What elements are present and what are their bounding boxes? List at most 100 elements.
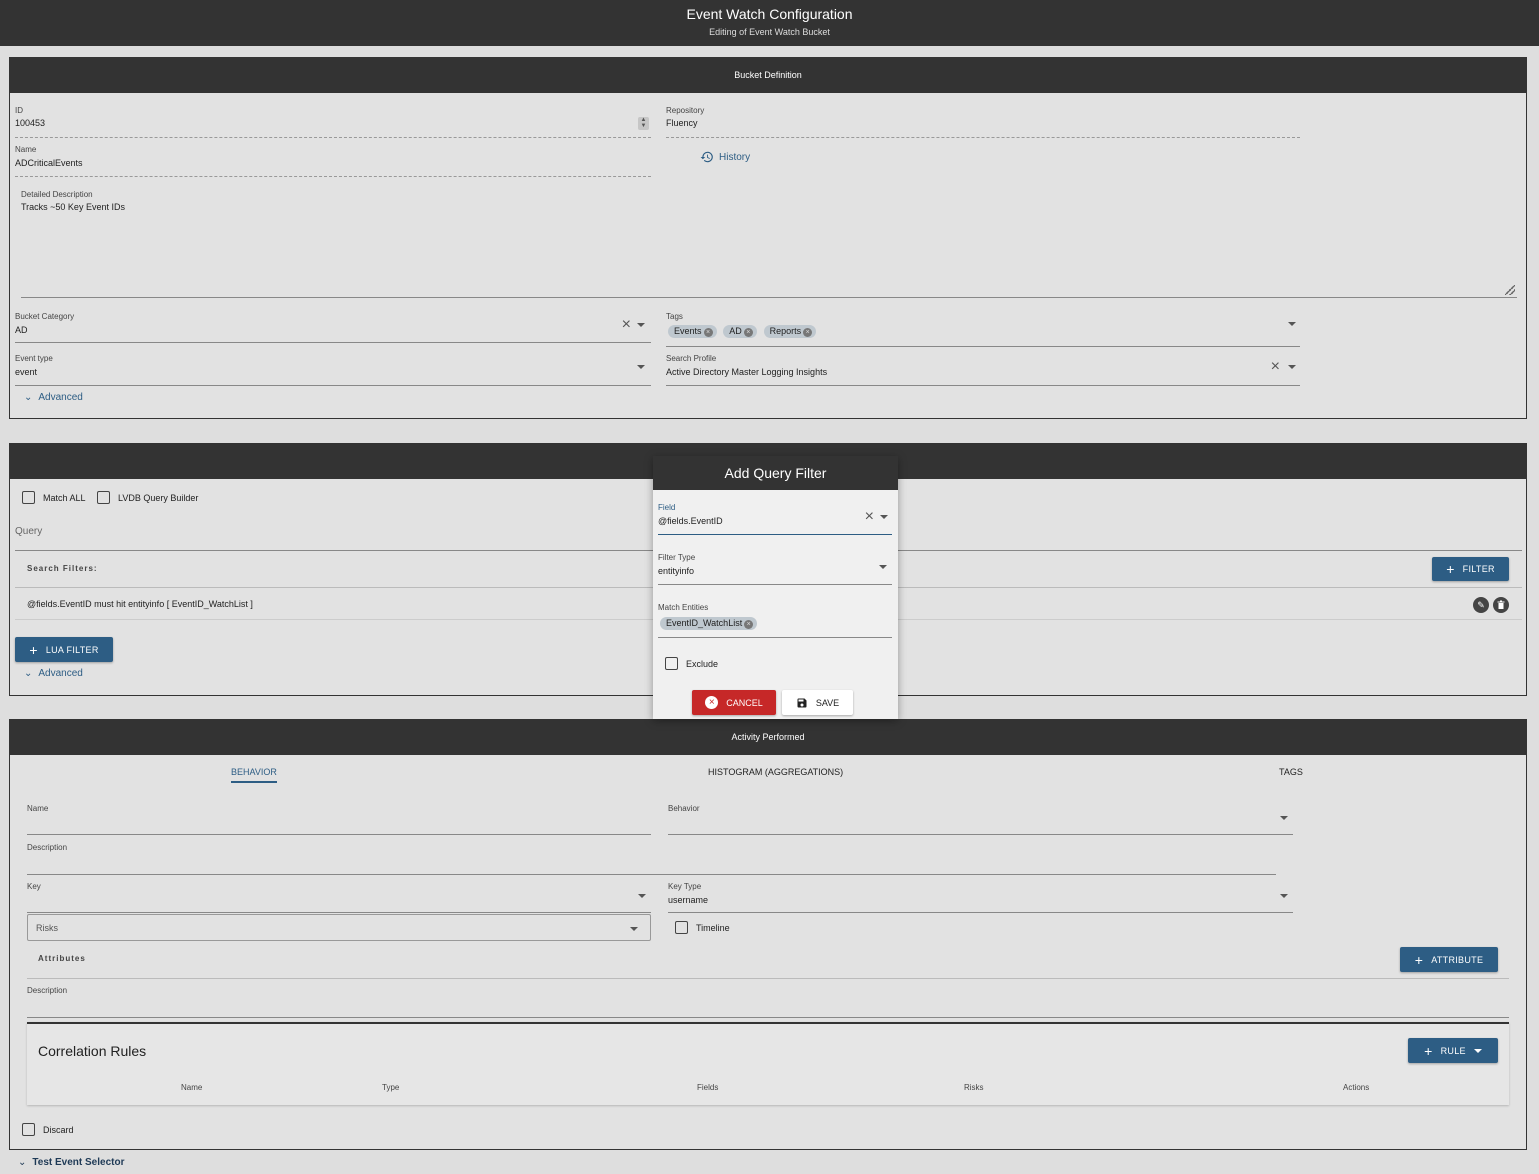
timeline-checkbox[interactable]: Timeline bbox=[675, 921, 730, 934]
add-rule-button[interactable]: + RULE bbox=[1408, 1038, 1498, 1063]
event-type-select[interactable]: event bbox=[15, 364, 651, 386]
chevron-down-icon[interactable] bbox=[630, 927, 638, 931]
filter-type-select[interactable]: entityinfo bbox=[658, 563, 892, 585]
lvdb-query-builder-checkbox[interactable]: LVDB Query Builder bbox=[97, 491, 198, 504]
exclude-label: Exclude bbox=[686, 658, 719, 669]
attr-description-label: Description bbox=[27, 986, 68, 995]
clear-icon[interactable]: × bbox=[1271, 358, 1280, 376]
name-value: ADCriticalEvents bbox=[15, 158, 83, 168]
checkbox-box[interactable] bbox=[97, 491, 110, 504]
field-label: Field bbox=[658, 503, 676, 512]
stepper-icon[interactable]: ▲ ▼ bbox=[638, 117, 649, 130]
search-profile-select[interactable]: Active Directory Master Logging Insights… bbox=[666, 358, 1300, 386]
behavior-select[interactable] bbox=[668, 814, 1293, 835]
lua-filter-button[interactable]: + LUA FILTER bbox=[15, 637, 113, 662]
history-icon bbox=[700, 151, 713, 163]
tab-tags[interactable]: TAGS bbox=[1279, 767, 1303, 777]
chevron-down-icon[interactable] bbox=[879, 565, 887, 569]
tags-chips: Events × AD × Reports × bbox=[668, 325, 820, 338]
entity-chip-label: EventID_WatchList bbox=[666, 618, 743, 628]
chevron-down-icon[interactable] bbox=[880, 515, 888, 519]
repository-field[interactable]: Fluency bbox=[666, 116, 1300, 138]
match-entities-select[interactable]: EventID_WatchList × bbox=[658, 613, 892, 638]
cancel-button[interactable]: × CANCEL bbox=[692, 690, 776, 715]
category-select[interactable]: AD × bbox=[15, 316, 651, 343]
tags-label: Tags bbox=[666, 312, 683, 321]
repository-label: Repository bbox=[666, 106, 705, 115]
delete-icon[interactable] bbox=[1493, 597, 1509, 613]
tag-chip[interactable]: Reports × bbox=[763, 325, 817, 338]
chip-remove-icon[interactable]: × bbox=[703, 328, 713, 337]
advanced-toggle[interactable]: ⌄ Advanced bbox=[24, 668, 83, 679]
tag-chip-label: Events bbox=[674, 326, 702, 336]
tab-behavior[interactable]: BEHAVIOR bbox=[231, 767, 277, 783]
cancel-label: CANCEL bbox=[726, 697, 763, 708]
name-label: Name bbox=[15, 145, 37, 154]
chip-remove-icon[interactable]: × bbox=[744, 620, 754, 629]
column-header-fields: Fields bbox=[697, 1083, 719, 1092]
key-select[interactable] bbox=[27, 892, 651, 913]
timeline-label: Timeline bbox=[696, 922, 730, 933]
column-header-risks: Risks bbox=[964, 1083, 984, 1092]
add-filter-button[interactable]: + FILTER bbox=[1432, 557, 1509, 581]
chip-remove-icon[interactable]: × bbox=[743, 328, 753, 337]
attributes-bar: Attributes bbox=[27, 945, 1509, 979]
behavior-name-input[interactable] bbox=[27, 814, 651, 835]
chevron-down-icon[interactable] bbox=[638, 894, 646, 898]
checkbox-box[interactable] bbox=[22, 1123, 35, 1136]
correlation-rules-card: Correlation Rules Name Type Fields Risks… bbox=[27, 1022, 1509, 1105]
advanced-toggle[interactable]: ⌄ Advanced bbox=[24, 392, 83, 403]
name-field[interactable]: ADCriticalEvents bbox=[15, 155, 651, 177]
history-button[interactable]: History bbox=[700, 150, 750, 164]
dialog-title: Add Query Filter bbox=[653, 456, 898, 490]
checkbox-box[interactable] bbox=[665, 657, 678, 670]
save-button[interactable]: SAVE bbox=[782, 690, 853, 715]
checkbox-box[interactable] bbox=[675, 921, 688, 934]
match-all-label: Match ALL bbox=[43, 492, 86, 503]
match-all-checkbox[interactable]: Match ALL bbox=[22, 491, 86, 504]
add-attribute-button[interactable]: + ATTRIBUTE bbox=[1400, 947, 1498, 972]
filter-type-label: Filter Type bbox=[658, 553, 696, 562]
description-value: Tracks ~50 Key Event IDs bbox=[21, 202, 125, 212]
chevron-down-icon[interactable] bbox=[637, 323, 645, 327]
advanced-label: Advanced bbox=[38, 668, 83, 679]
lua-filter-label: LUA FILTER bbox=[45, 644, 99, 655]
key-label: Key bbox=[27, 882, 41, 891]
exclude-checkbox[interactable]: Exclude bbox=[665, 657, 718, 670]
id-field[interactable]: 100453 ▲ ▼ bbox=[15, 116, 651, 138]
chevron-down-icon[interactable] bbox=[637, 365, 645, 369]
chevron-down-icon: ⌄ bbox=[24, 392, 33, 403]
risks-select[interactable]: Risks bbox=[27, 914, 651, 941]
filter-type-value: entityinfo bbox=[658, 566, 695, 576]
chevron-down-icon[interactable] bbox=[1288, 322, 1296, 326]
chip-remove-icon[interactable]: × bbox=[803, 328, 813, 337]
resize-handle-icon[interactable] bbox=[1505, 285, 1515, 295]
column-header-actions: Actions bbox=[1343, 1083, 1370, 1092]
match-entities-label: Match Entities bbox=[658, 603, 709, 612]
tag-chip[interactable]: AD × bbox=[723, 325, 757, 338]
behavior-description-input[interactable] bbox=[27, 853, 1276, 875]
page-subtitle: Editing of Event Watch Bucket bbox=[709, 27, 830, 37]
test-event-selector-toggle[interactable]: ⌄ Test Event Selector bbox=[18, 1157, 124, 1168]
clear-icon[interactable]: × bbox=[865, 508, 874, 526]
field-select[interactable]: @fields.EventID × bbox=[658, 508, 892, 535]
description-textarea[interactable]: Tracks ~50 Key Event IDs bbox=[21, 200, 1517, 298]
chevron-down-icon[interactable] bbox=[1280, 816, 1288, 820]
plus-icon: + bbox=[1414, 951, 1424, 968]
discard-checkbox[interactable]: Discard bbox=[22, 1123, 74, 1136]
plus-icon: + bbox=[1424, 1042, 1433, 1059]
attribute-button-label: ATTRIBUTE bbox=[1431, 954, 1484, 965]
edit-icon[interactable]: ✎ bbox=[1473, 597, 1489, 613]
attr-description-input[interactable] bbox=[27, 996, 1509, 1018]
tab-histogram[interactable]: HISTOGRAM (AGGREGATIONS) bbox=[708, 767, 843, 777]
tag-chip-label: Reports bbox=[769, 326, 802, 336]
entity-chip[interactable]: EventID_WatchList × bbox=[660, 617, 758, 630]
key-type-select[interactable]: username bbox=[668, 892, 1293, 913]
chevron-down-icon[interactable] bbox=[1280, 894, 1288, 898]
clear-icon[interactable]: × bbox=[622, 316, 631, 334]
tag-chip[interactable]: Events × bbox=[668, 325, 717, 338]
tags-select[interactable]: Events × AD × Reports × bbox=[666, 322, 1300, 347]
chevron-down-icon[interactable] bbox=[1288, 365, 1296, 369]
column-header-name: Name bbox=[181, 1083, 203, 1092]
checkbox-box[interactable] bbox=[22, 491, 35, 504]
